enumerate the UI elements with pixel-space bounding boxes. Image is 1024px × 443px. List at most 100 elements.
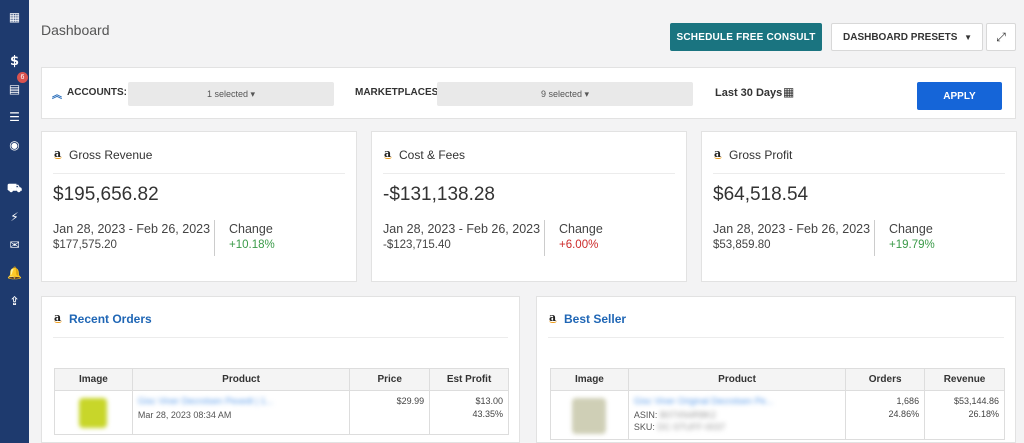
asin-value: B07XN4R8K2 xyxy=(659,410,716,420)
envelope-icon[interactable]: ✉ xyxy=(0,236,29,254)
card-date-range: Jan 28, 2023 - Feb 26, 2023 xyxy=(53,222,211,236)
divider xyxy=(874,220,875,256)
divider xyxy=(53,173,345,174)
column-header[interactable]: Revenue xyxy=(924,368,1005,391)
schedule-consult-button[interactable]: SCHEDULE FREE CONSULT xyxy=(670,23,822,51)
orders-icon[interactable]: ▤ xyxy=(0,80,29,98)
marketplaces-label: MARKETPLACES: xyxy=(355,87,442,98)
column-header[interactable]: Product xyxy=(131,368,351,391)
marketplaces-select[interactable]: 9 selected ▾ xyxy=(437,82,693,106)
column-header[interactable]: Image xyxy=(550,368,629,391)
card-previous-value: -$123,715.40 xyxy=(383,239,451,251)
image-cell xyxy=(54,390,133,435)
divider xyxy=(214,220,215,256)
best-seller-panel: a Best Seller Image Product Orders Reven… xyxy=(536,296,1016,443)
change-label: Change xyxy=(229,222,273,236)
change-label: Change xyxy=(559,222,603,236)
orders-cell: 1,686 24.86% xyxy=(845,390,926,440)
calendar-icon[interactable]: ▦ xyxy=(783,85,794,99)
best-seller-title[interactable]: Best Seller xyxy=(564,312,626,326)
page-title: Dashboard xyxy=(41,22,110,38)
recent-orders-panel: a Recent Orders Image Product Price Est … xyxy=(41,296,520,443)
divider xyxy=(53,337,508,338)
orders-count: 1,686 xyxy=(896,396,920,406)
gross-revenue-card: a Gross Revenue $195,656.82 Jan 28, 2023… xyxy=(41,131,357,282)
column-header[interactable]: Price xyxy=(349,368,431,391)
dollar-icon[interactable]: $ xyxy=(0,52,29,70)
table-row[interactable]: Gisc Viner Decrotsen Pexedt | 1... Mar 2… xyxy=(54,390,509,435)
table-row[interactable]: Gisc Viner Original Decrotsen Pe... ASIN… xyxy=(550,390,1005,440)
bolt-icon[interactable]: ⚡ xyxy=(0,208,29,226)
change-value: +19.79% xyxy=(889,239,935,251)
price-cell: $29.99 xyxy=(349,390,431,435)
recent-orders-title[interactable]: Recent Orders xyxy=(69,312,152,326)
est-profit-margin: 43.35% xyxy=(472,409,503,419)
revenue-value: $53,144.86 xyxy=(953,396,999,406)
grid-icon[interactable]: ▦ xyxy=(0,8,29,26)
column-header[interactable]: Est Profit xyxy=(429,368,509,391)
filter-bar: ︽ ACCOUNTS: 1 selected ▾ MARKETPLACES: 9… xyxy=(41,67,1016,119)
orders-share: 24.86% xyxy=(888,409,920,419)
revenue-share: 26.18% xyxy=(968,409,999,419)
product-link[interactable]: Gisc Viner Original Decrotsen Pe... xyxy=(634,396,840,406)
product-cell: Gisc Viner Decrotsen Pexedt | 1... Mar 2… xyxy=(131,390,351,435)
amazon-icon: a xyxy=(54,311,62,324)
target-icon[interactable]: ◉ xyxy=(0,136,29,154)
dashboard-presets-dropdown[interactable]: DASHBOARD PRESETS ▼ xyxy=(831,23,983,51)
card-previous-value: $53,859.80 xyxy=(713,239,771,251)
order-date: Mar 28, 2023 08:34 AM xyxy=(137,410,232,420)
notification-badge: 6 xyxy=(17,72,28,83)
column-header[interactable]: Orders xyxy=(845,368,926,391)
product-thumbnail[interactable] xyxy=(79,398,108,428)
truck-icon[interactable]: ⛟ xyxy=(0,180,29,198)
card-title: Cost & Fees xyxy=(399,148,466,162)
amazon-icon: a xyxy=(714,147,722,160)
column-header[interactable]: Product xyxy=(627,368,847,391)
accounts-label: ACCOUNTS: xyxy=(67,87,127,98)
profit-cell: $13.00 43.35% xyxy=(429,390,509,435)
card-previous-value: $177,575.20 xyxy=(53,239,117,251)
date-range-label[interactable]: Last 30 Days xyxy=(715,87,782,99)
recent-orders-table: Image Product Price Est Profit Gisc Vine… xyxy=(54,368,509,435)
accounts-select[interactable]: 1 selected ▾ xyxy=(128,82,334,106)
card-value: $64,518.54 xyxy=(713,184,809,205)
list-icon[interactable]: ☰ xyxy=(0,108,29,126)
caret-down-icon: ▼ xyxy=(964,33,972,42)
product-thumbnail[interactable] xyxy=(572,398,607,434)
sku-label: SKU: xyxy=(633,422,655,432)
product-link[interactable]: Gisc Viner Decrotsen Pexedt | 1... xyxy=(138,396,344,406)
divider xyxy=(544,220,545,256)
gross-profit-card: a Gross Profit $64,518.54 Jan 28, 2023 -… xyxy=(701,131,1017,282)
image-cell xyxy=(550,390,629,440)
change-label: Change xyxy=(889,222,933,236)
amazon-icon: a xyxy=(384,147,392,160)
fullscreen-button[interactable]: ⤢ xyxy=(986,23,1016,51)
dashboard-presets-label: DASHBOARD PRESETS xyxy=(843,31,958,43)
cost-fees-card: a Cost & Fees -$131,138.28 Jan 28, 2023 … xyxy=(371,131,687,282)
amazon-icon: a xyxy=(54,147,62,160)
bell-icon[interactable]: 🔔 xyxy=(0,264,29,282)
card-value: -$131,138.28 xyxy=(383,184,495,205)
card-date-range: Jan 28, 2023 - Feb 26, 2023 xyxy=(383,222,541,236)
product-cell: Gisc Viner Original Decrotsen Pe... ASIN… xyxy=(627,390,847,440)
column-header[interactable]: Image xyxy=(54,368,133,391)
card-title: Gross Revenue xyxy=(69,148,153,162)
sidebar: ▦ $ ▤ 6 ☰ ◉ ⛟ ⚡ ✉ 🔔 ⇪ xyxy=(0,0,29,443)
best-seller-table: Image Product Orders Revenue Gisc Viner … xyxy=(550,368,1005,440)
upload-icon[interactable]: ⇪ xyxy=(0,292,29,310)
sku-value: DC-STUFF-0037 xyxy=(657,422,726,432)
divider xyxy=(383,173,675,174)
apply-button[interactable]: APPLY xyxy=(917,82,1002,110)
card-date-range: Jan 28, 2023 - Feb 26, 2023 xyxy=(713,222,871,236)
sku-line: SKU: DC-STUFF-0037 xyxy=(634,422,840,432)
revenue-cell: $53,144.86 26.18% xyxy=(924,390,1005,440)
divider xyxy=(548,337,1004,338)
asin-line: ASIN: B07XN4R8K2 xyxy=(634,410,840,420)
divider xyxy=(713,173,1005,174)
change-value: +10.18% xyxy=(229,239,275,251)
amazon-icon: a xyxy=(549,311,557,324)
est-profit-value: $13.00 xyxy=(475,396,503,406)
change-value: +6.00% xyxy=(559,239,599,251)
collapse-chevron-icon[interactable]: ︽ xyxy=(52,86,62,101)
card-title: Gross Profit xyxy=(729,148,793,162)
